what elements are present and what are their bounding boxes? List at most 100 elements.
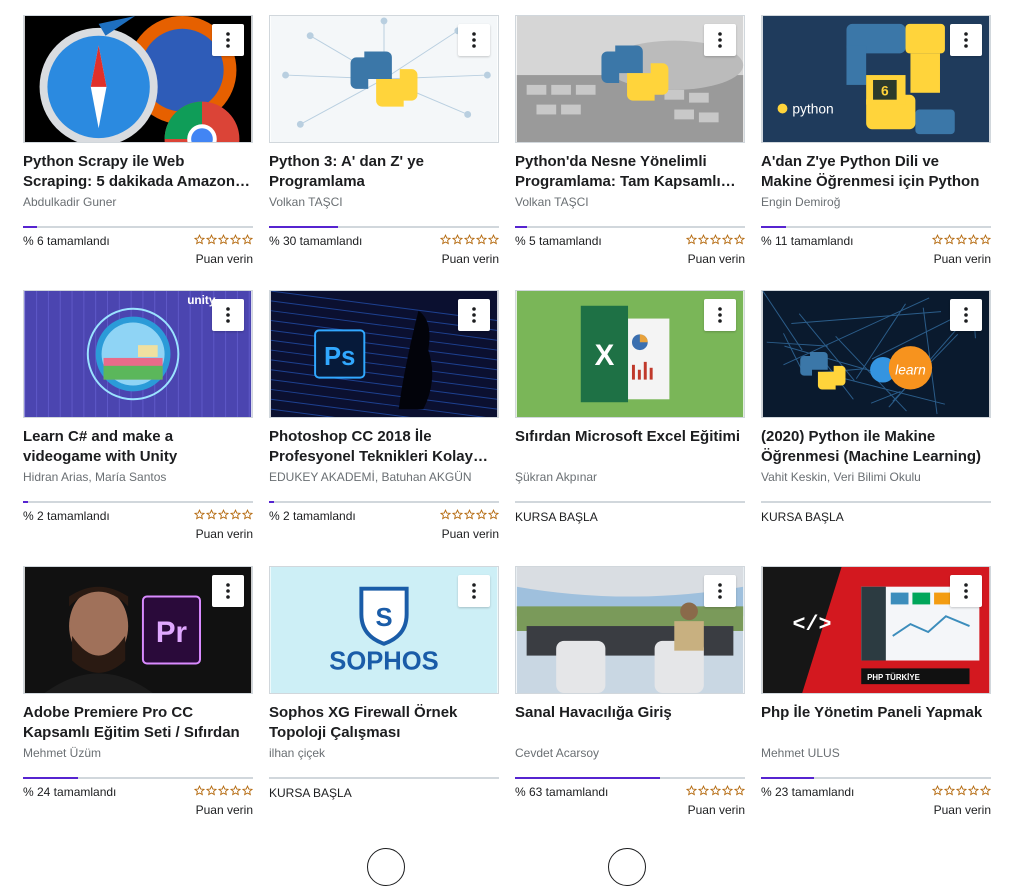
- rating-stars[interactable]: [193, 509, 254, 523]
- more-options-button[interactable]: [704, 299, 736, 331]
- course-title[interactable]: Python'da Nesne Yönelimli Programlama: T…: [515, 152, 745, 192]
- course-thumbnail[interactable]: [515, 15, 745, 143]
- star-icon[interactable]: [229, 234, 242, 248]
- course-card[interactable]: unity Learn C# and make a videogame with…: [23, 290, 254, 541]
- start-course-link[interactable]: KURSA BAŞLA: [515, 510, 745, 524]
- star-icon[interactable]: [475, 509, 488, 523]
- star-icon[interactable]: [955, 234, 968, 248]
- star-icon[interactable]: [193, 785, 206, 799]
- rate-course-link[interactable]: Puan verin: [686, 252, 745, 266]
- rating-stars[interactable]: [193, 234, 254, 248]
- star-icon[interactable]: [721, 785, 734, 799]
- rate-course-link[interactable]: Puan verin: [194, 803, 253, 817]
- star-icon[interactable]: [979, 234, 992, 248]
- star-icon[interactable]: [487, 509, 500, 523]
- star-icon[interactable]: [967, 234, 980, 248]
- course-card[interactable]: Pr Adobe Premiere Pro CC Kapsamlı Eğitim…: [23, 566, 254, 817]
- star-icon[interactable]: [697, 785, 710, 799]
- rate-course-link[interactable]: Puan verin: [932, 252, 991, 266]
- star-icon[interactable]: [943, 234, 956, 248]
- course-card[interactable]: Ps Photoshop CC 2018 İle Profesyonel Tek…: [269, 290, 500, 541]
- more-options-button[interactable]: [458, 299, 490, 331]
- star-icon[interactable]: [217, 509, 230, 523]
- star-icon[interactable]: [451, 509, 464, 523]
- course-title[interactable]: Python Scrapy ile Web Scraping: 5 dakika…: [23, 152, 253, 192]
- course-title[interactable]: A'dan Z'ye Python Dili ve Makine Öğrenme…: [761, 152, 991, 192]
- next-page-button[interactable]: [608, 848, 646, 886]
- star-icon[interactable]: [697, 234, 710, 248]
- rating-stars[interactable]: [439, 234, 500, 248]
- rate-course-link[interactable]: Puan verin: [194, 527, 253, 541]
- star-icon[interactable]: [955, 785, 968, 799]
- star-icon[interactable]: [487, 234, 500, 248]
- rating-stars[interactable]: [439, 509, 500, 523]
- rating-stars[interactable]: [685, 234, 746, 248]
- more-options-button[interactable]: [950, 575, 982, 607]
- course-card[interactable]: X Sıfırdan Microsoft Excel Eğitimi Şükra…: [515, 290, 745, 524]
- start-course-link[interactable]: KURSA BAŞLA: [269, 786, 499, 800]
- star-icon[interactable]: [931, 234, 944, 248]
- rating-widget[interactable]: Puan verin: [685, 234, 746, 266]
- course-card[interactable]: Python Scrapy ile Web Scraping: 5 dakika…: [23, 15, 254, 266]
- rating-stars[interactable]: [685, 785, 746, 799]
- course-thumbnail[interactable]: S SOPHOS: [269, 566, 499, 694]
- more-options-button[interactable]: [950, 299, 982, 331]
- rating-widget[interactable]: Puan verin: [193, 785, 254, 817]
- course-thumbnail[interactable]: [23, 15, 253, 143]
- star-icon[interactable]: [931, 785, 944, 799]
- course-card[interactable]: Sanal Havacılığa Giriş Cevdet Acarsoy % …: [515, 566, 746, 817]
- star-icon[interactable]: [193, 509, 206, 523]
- star-icon[interactable]: [979, 785, 992, 799]
- rating-widget[interactable]: Puan verin: [439, 509, 500, 541]
- rate-course-link[interactable]: Puan verin: [932, 803, 991, 817]
- rate-course-link[interactable]: Puan verin: [194, 252, 253, 266]
- star-icon[interactable]: [205, 234, 218, 248]
- course-thumbnail[interactable]: learn: [761, 290, 991, 418]
- course-thumbnail[interactable]: </> PHP TÜRKİYE: [761, 566, 991, 694]
- rating-widget[interactable]: Puan verin: [685, 785, 746, 817]
- course-thumbnail[interactable]: [515, 566, 745, 694]
- star-icon[interactable]: [217, 234, 230, 248]
- rating-widget[interactable]: Puan verin: [931, 785, 992, 817]
- star-icon[interactable]: [685, 785, 698, 799]
- prev-page-button[interactable]: [367, 848, 405, 886]
- course-thumbnail[interactable]: [269, 15, 499, 143]
- rating-stars[interactable]: [931, 785, 992, 799]
- rating-widget[interactable]: Puan verin: [193, 234, 254, 266]
- star-icon[interactable]: [451, 234, 464, 248]
- course-card[interactable]: 6 python A'dan Z'ye Python Dili ve Makin…: [761, 15, 992, 266]
- more-options-button[interactable]: [704, 575, 736, 607]
- course-title[interactable]: Learn C# and make a videogame with Unity: [23, 427, 253, 467]
- star-icon[interactable]: [463, 509, 476, 523]
- star-icon[interactable]: [721, 234, 734, 248]
- star-icon[interactable]: [241, 234, 254, 248]
- rating-stars[interactable]: [931, 234, 992, 248]
- course-card[interactable]: S SOPHOS Sophos XG Firewall Örnek Topolo…: [269, 566, 499, 800]
- star-icon[interactable]: [193, 234, 206, 248]
- more-options-button[interactable]: [704, 24, 736, 56]
- star-icon[interactable]: [967, 785, 980, 799]
- course-thumbnail[interactable]: unity: [23, 290, 253, 418]
- star-icon[interactable]: [709, 234, 722, 248]
- star-icon[interactable]: [241, 509, 254, 523]
- course-title[interactable]: Adobe Premiere Pro CC Kapsamlı Eğitim Se…: [23, 703, 253, 743]
- rate-course-link[interactable]: Puan verin: [686, 803, 745, 817]
- more-options-button[interactable]: [458, 575, 490, 607]
- star-icon[interactable]: [205, 509, 218, 523]
- rate-course-link[interactable]: Puan verin: [440, 527, 499, 541]
- course-card[interactable]: Python 3: A' dan Z' ye Programlama Volka…: [269, 15, 500, 266]
- course-thumbnail[interactable]: Pr: [23, 566, 253, 694]
- rating-widget[interactable]: Puan verin: [193, 509, 254, 541]
- rating-widget[interactable]: Puan verin: [931, 234, 992, 266]
- star-icon[interactable]: [733, 234, 746, 248]
- more-options-button[interactable]: [212, 24, 244, 56]
- star-icon[interactable]: [463, 234, 476, 248]
- star-icon[interactable]: [733, 785, 746, 799]
- course-card[interactable]: Python'da Nesne Yönelimli Programlama: T…: [515, 15, 746, 266]
- course-thumbnail[interactable]: 6 python: [761, 15, 991, 143]
- course-thumbnail[interactable]: X: [515, 290, 745, 418]
- start-course-link[interactable]: KURSA BAŞLA: [761, 510, 991, 524]
- course-title[interactable]: (2020) Python ile Makine Öğrenmesi (Mach…: [761, 427, 991, 467]
- course-title[interactable]: Php İle Yönetim Paneli Yapmak: [761, 703, 991, 743]
- rating-stars[interactable]: [193, 785, 254, 799]
